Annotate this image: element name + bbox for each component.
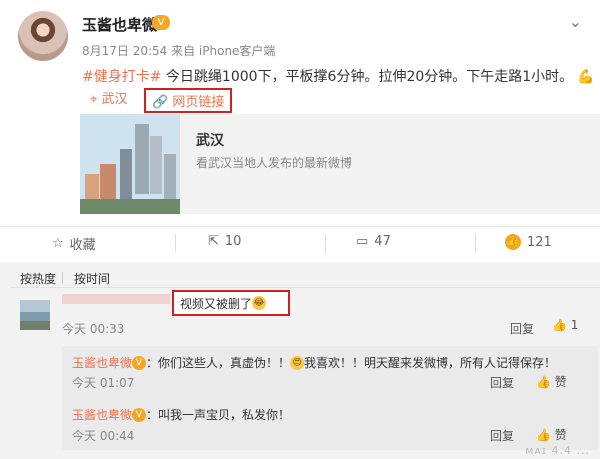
vip-badge-icon: V xyxy=(132,407,147,422)
favorite-button[interactable]: ☆ 收藏 xyxy=(52,234,96,253)
comment-icon: ▭ xyxy=(356,234,369,249)
link-icon: 🔗 xyxy=(152,95,169,110)
thumb-up-icon: 👍 xyxy=(552,318,567,332)
like-label: 赞 xyxy=(554,428,567,442)
chevron-down-icon[interactable]: ⌄ xyxy=(569,12,582,31)
comment-text: 视频又被删了 😂 xyxy=(172,290,290,316)
location-tag[interactable]: ⌖ 武汉 xyxy=(90,88,127,107)
reply-text: ：叫我一声宝贝，私发你！ xyxy=(146,408,291,422)
card-title: 武汉 xyxy=(196,133,224,149)
avatar[interactable] xyxy=(18,11,68,61)
like-count: 121 xyxy=(527,234,552,250)
hashtag[interactable]: #健身打卡# xyxy=(82,69,161,85)
vip-badge-icon: V xyxy=(152,15,170,30)
reply-text-continued: 我喜欢！！明天醒来发微博，所有人记得保存！ xyxy=(304,356,557,370)
reply-author[interactable]: 玉酱也卑微 xyxy=(72,356,132,370)
watermark: ᴍᴀɪ 4.4 ... xyxy=(525,444,590,457)
repost-icon: ⇱ xyxy=(208,234,219,249)
heart-eyes-emoji-icon: 😍 xyxy=(290,355,305,370)
thumb-up-icon: 👍 xyxy=(536,428,551,442)
divider xyxy=(175,234,176,252)
sort-hot-tab[interactable]: 按热度 xyxy=(20,270,56,287)
vip-badge-icon: V xyxy=(132,355,147,370)
reply-button[interactable]: 回复 xyxy=(490,427,514,444)
reply-time: 今天 01:07 xyxy=(72,376,135,390)
crying-laugh-emoji-icon: 😂 xyxy=(252,296,267,310)
comment-body: 视频又被删了 xyxy=(180,296,253,311)
sort-time-tab[interactable]: 按时间 xyxy=(74,270,110,287)
username[interactable]: 玉酱也卑微 xyxy=(82,14,157,35)
favorite-label: 收藏 xyxy=(69,238,96,253)
like-button[interactable]: 👍 121 xyxy=(505,234,552,250)
like-thumb-icon: 👍 xyxy=(505,234,521,250)
reply-like-button[interactable]: 👍 赞 xyxy=(536,373,567,390)
reply-item: 玉酱也卑微 V ：你们这些人，真虚伪！！ 😍 我喜欢！！明天醒来发微博，所有人记得保存！ xyxy=(72,352,556,371)
city-image xyxy=(80,114,180,214)
post-body: 今日跳绳1000下，平板撑6分钟。拉伸20分钟。下午走路1小时。 xyxy=(161,69,574,85)
comment-button[interactable]: ▭ 47 xyxy=(356,234,391,249)
divider xyxy=(62,272,63,284)
comment-time: 今天 00:33 xyxy=(62,322,125,336)
link-label: 网页链接 xyxy=(172,95,225,110)
comment-count: 47 xyxy=(374,234,391,249)
muscle-emoji-icon: 💪 xyxy=(577,69,595,85)
web-link[interactable]: 🔗 网页链接 xyxy=(144,88,233,113)
commenter-avatar[interactable] xyxy=(20,300,50,330)
location-label: 武汉 xyxy=(101,92,128,107)
divider xyxy=(10,287,600,288)
post-meta: 8月17日 20:54 来自 iPhone客户端 xyxy=(82,44,276,58)
commenter-name-blurred[interactable] xyxy=(62,294,170,304)
location-pin-icon: ⌖ xyxy=(90,92,98,107)
star-icon: ☆ xyxy=(52,236,64,251)
reply-button[interactable]: 回复 xyxy=(510,320,534,337)
divider xyxy=(475,234,476,252)
repost-button[interactable]: ⇱ 10 xyxy=(208,234,241,249)
reply-like-button[interactable]: 👍 赞 xyxy=(536,426,567,443)
post-text: #健身打卡# 今日跳绳1000下，平板撑6分钟。拉伸20分钟。下午走路1小时。 💪 xyxy=(82,66,595,86)
reply-time: 今天 00:44 xyxy=(72,429,135,443)
thumb-up-icon: 👍 xyxy=(536,375,551,389)
reply-item: 玉酱也卑微 V ：叫我一声宝贝，私发你！ xyxy=(72,404,290,423)
card-subtitle: 看武汉当地人发布的最新微博 xyxy=(196,156,353,170)
comment-like-button[interactable]: 👍 1 xyxy=(552,318,578,332)
like-label: 赞 xyxy=(554,375,567,389)
reply-button[interactable]: 回复 xyxy=(490,374,514,391)
repost-count: 10 xyxy=(224,234,242,249)
divider xyxy=(325,234,326,252)
reply-text: ：你们这些人，真虚伪！！ xyxy=(146,356,291,370)
comment-like-count: 1 xyxy=(570,318,579,332)
reply-author[interactable]: 玉酱也卑微 xyxy=(72,408,132,422)
